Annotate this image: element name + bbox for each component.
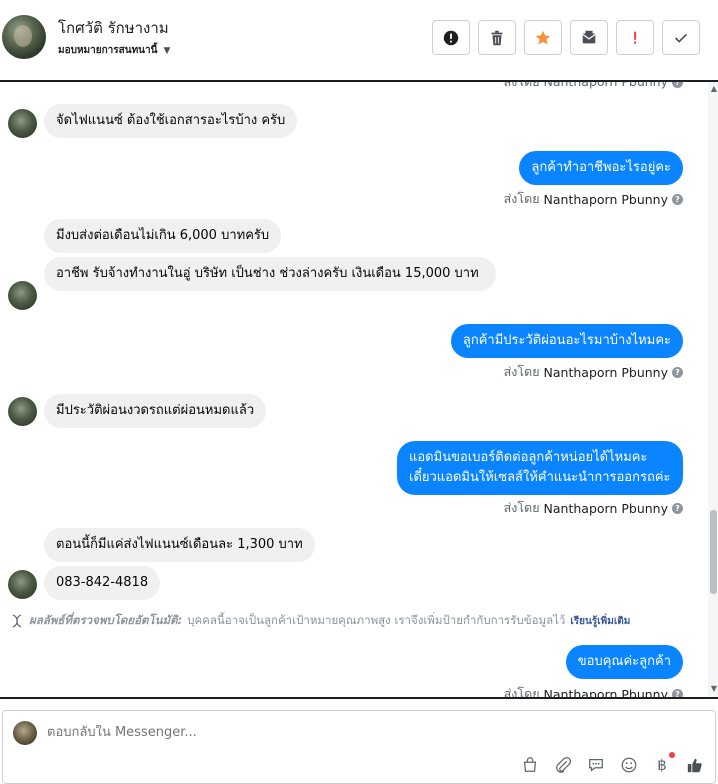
outgoing-message[interactable]: ลูกค้าทำอาชีพอะไรอยู่คะ: [519, 151, 683, 185]
sent-by-prefix: ส่งโดย: [503, 364, 540, 379]
scroll-down-icon[interactable]: ▼: [711, 684, 717, 693]
mail-icon: [582, 30, 596, 43]
auto-detect-notice: ผลลัพธ์ที่ตรวจพบโดยอัตโนมัติ: บุคคลนี้อา…: [10, 612, 700, 630]
contact-avatar-small[interactable]: [8, 570, 37, 599]
assign-conversation-dropdown[interactable]: มอบหมายการสนทนานี้ ▼: [58, 43, 170, 58]
sender-name: Nanthaporn Pbunny: [543, 500, 668, 516]
reply-composer: ฿: [2, 710, 716, 784]
sender-name: Nanthaporn Pbunny: [543, 686, 668, 698]
incoming-message[interactable]: มีงบส่งต่อเดือนไม่เกิน 6,000 บาทครับ: [44, 219, 282, 253]
emoji-icon[interactable]: [619, 755, 639, 775]
outgoing-message[interactable]: แอดมินขอเบอร์ติดต่อลูกค้าหน่อยได้ไหมคะ เ…: [397, 441, 683, 495]
baht-icon[interactable]: ฿: [652, 752, 675, 775]
contact-name[interactable]: โกศวัติ รักษางาม: [58, 16, 169, 40]
help-icon[interactable]: ?: [672, 688, 683, 697]
follow-up-button[interactable]: [616, 20, 654, 55]
reply-input[interactable]: [47, 725, 547, 740]
conversation-actions: [432, 20, 700, 55]
sent-by: ส่งโดย Nanthaporn Pbunny ?: [504, 498, 683, 518]
sent-by: ส่งโดย Nanthaporn Pbunny ?: [504, 189, 683, 209]
contact-avatar-small[interactable]: [8, 397, 37, 426]
auto-detect-title: ผลลัพธ์ที่ตรวจพบโดยอัตโนมัติ:: [29, 613, 183, 627]
contact-avatar[interactable]: [2, 15, 46, 59]
scrollbar[interactable]: ▲ ▼: [708, 82, 718, 697]
incoming-message[interactable]: มีประวัติผ่อนงวดรถแต่ผ่อนหมดแล้ว: [44, 394, 267, 428]
sent-by-prefix: ส่งโดย: [503, 191, 540, 206]
check-icon: [675, 33, 687, 43]
saved-reply-icon[interactable]: [586, 755, 606, 775]
scroll-up-icon[interactable]: ▲: [711, 84, 717, 93]
clipped-sent-by: ส่งโดย Nanthaporn Pbunny ?: [504, 82, 683, 92]
spam-button[interactable]: [432, 20, 470, 55]
sent-by: ส่งโดย Nanthaporn Pbunny ?: [504, 362, 683, 382]
contact-avatar-small[interactable]: [8, 281, 37, 310]
contact-avatar-small[interactable]: [8, 109, 37, 138]
star-button[interactable]: [524, 20, 562, 55]
help-icon[interactable]: ?: [672, 82, 683, 88]
assign-label: มอบหมายการสนทนานี้: [58, 45, 158, 56]
sent-by: ส่งโดย Nanthaporn Pbunny ?: [504, 684, 683, 697]
star-icon: [535, 30, 551, 44]
help-icon[interactable]: ?: [672, 193, 683, 205]
sent-by-text: ส่งโดย Nanthaporn Pbunny: [504, 82, 668, 92]
thumbs-up-icon[interactable]: [685, 755, 705, 775]
message-thread[interactable]: ส่งโดย Nanthaporn Pbunny ? จัดไฟแนนซ์ ต้…: [0, 82, 718, 697]
incoming-message[interactable]: ตอนนี้ก็มีแค่ส่งไฟแนนซ์เดือนละ 1,300 บาท: [44, 528, 315, 562]
incoming-message[interactable]: จัดไฟแนนซ์ ต้องใช้เอกสารอะไรบ้าง ครับ: [44, 104, 298, 138]
help-icon[interactable]: ?: [672, 366, 683, 378]
done-button[interactable]: [662, 20, 700, 55]
scroll-thumb[interactable]: [710, 510, 717, 594]
sender-name: Nanthaporn Pbunny: [543, 191, 668, 207]
paperclip-icon[interactable]: [553, 755, 573, 775]
delete-button[interactable]: [478, 20, 516, 55]
conversation-header: โกศวัติ รักษางาม มอบหมายการสนทนานี้ ▼: [0, 0, 718, 82]
incoming-message[interactable]: อาชีพ รับจ้างทำงานในอู่ บริษัท เป็นช่าง …: [44, 257, 496, 291]
exclamation-icon: [634, 31, 637, 44]
learn-more-link[interactable]: เรียนรู้เพิ่มเติม: [570, 614, 630, 629]
outgoing-message[interactable]: ขอบคุณค่ะลูกค้า: [565, 645, 683, 679]
sent-by-prefix: ส่งโดย: [503, 500, 540, 515]
bag-icon[interactable]: [520, 755, 540, 775]
notification-dot: [669, 752, 675, 758]
sender-name: Nanthaporn Pbunny: [543, 364, 668, 380]
sent-by-prefix: ส่งโดย: [503, 686, 540, 697]
dna-icon: [12, 614, 22, 628]
auto-detect-body: บุคคลนี้อาจเป็นลูกค้าเป้าหมายคุณภาพสูง เ…: [187, 613, 566, 627]
caret-down-icon: ▼: [163, 45, 171, 56]
help-icon[interactable]: ?: [672, 502, 683, 514]
divider: [0, 697, 718, 699]
alert-circle-icon: [443, 30, 459, 45]
trash-icon: [491, 30, 503, 45]
outgoing-message[interactable]: ลูกค้ามีประวัติผ่อนอะไรมาบ้างไหมคะ: [450, 324, 683, 358]
page-avatar: [13, 721, 37, 745]
composer-tools: ฿: [520, 752, 705, 775]
mark-unread-button[interactable]: [570, 20, 608, 55]
incoming-message[interactable]: 083-842-4818: [44, 566, 161, 600]
